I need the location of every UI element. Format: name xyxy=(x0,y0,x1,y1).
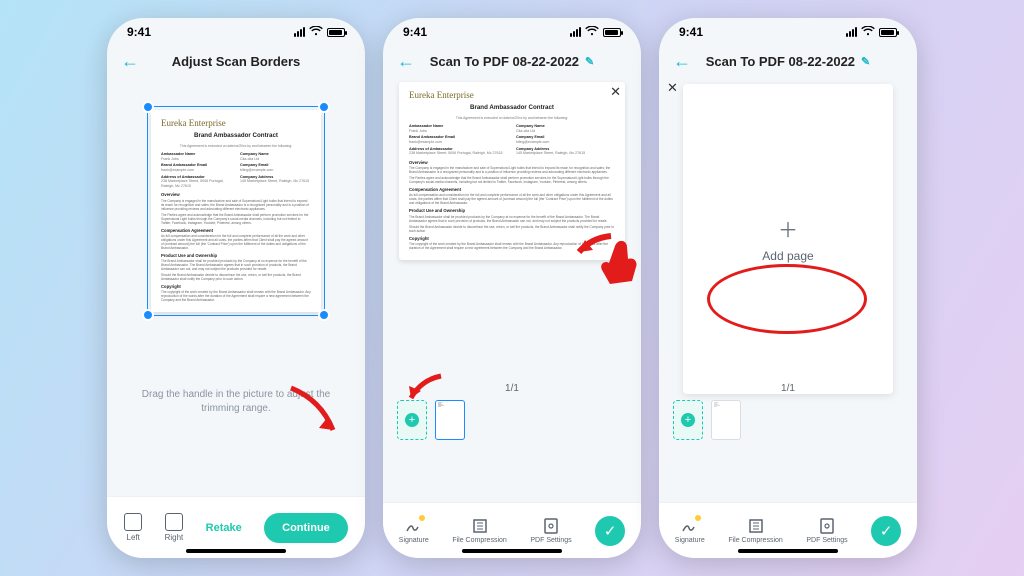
page-title: Scan To PDF 08-22-2022 xyxy=(430,54,579,69)
home-indicator[interactable] xyxy=(186,549,286,553)
continue-button[interactable]: Continue xyxy=(264,513,348,543)
crop-handle-bl[interactable] xyxy=(142,309,154,321)
rotate-left-icon xyxy=(124,513,142,531)
wifi-icon xyxy=(309,26,323,39)
add-page-card[interactable]: ＋ Add page xyxy=(683,84,893,394)
battery-icon xyxy=(603,28,621,37)
page-title: Adjust Scan Borders xyxy=(172,54,301,69)
file-compression-button[interactable]: File Compression xyxy=(728,517,782,544)
page-thumbnail-1[interactable]: ▬▬▬▬▬▬▬▬▬▬▬▬▬▬ xyxy=(711,400,741,440)
signature-icon xyxy=(405,517,423,535)
annotation-swipe-hand-icon xyxy=(571,226,639,291)
rotate-left-button[interactable]: Left xyxy=(124,513,142,542)
cell-signal-icon xyxy=(846,27,857,37)
instruction-text: Drag the handle in the picture to adjust… xyxy=(107,388,365,416)
check-icon: ✓ xyxy=(880,522,893,540)
add-page-thumbnail[interactable]: + xyxy=(397,400,427,440)
rotate-right-icon xyxy=(165,513,183,531)
status-bar: 9:41 xyxy=(383,18,641,46)
home-indicator[interactable] xyxy=(738,549,838,553)
page-title: Scan To PDF 08-22-2022 xyxy=(706,54,855,69)
plus-icon: + xyxy=(405,413,419,427)
crop-handle-tr[interactable] xyxy=(318,101,330,113)
status-time: 9:41 xyxy=(679,25,703,39)
confirm-fab[interactable]: ✓ xyxy=(871,516,901,546)
screen-header: ← Adjust Scan Borders xyxy=(107,46,365,76)
home-indicator[interactable] xyxy=(462,549,562,553)
signature-button[interactable]: Signature xyxy=(399,517,429,544)
crop-frame[interactable] xyxy=(147,106,325,316)
close-page-icon[interactable]: ✕ xyxy=(610,84,621,100)
wifi-icon xyxy=(861,26,875,39)
crop-handle-tl[interactable] xyxy=(142,101,154,113)
battery-icon xyxy=(327,28,345,37)
thumbnail-strip: + ▬▬▬▬▬▬▬▬▬▬▬▬▬▬ xyxy=(383,394,641,446)
page-indicator: 1/1 xyxy=(383,383,641,394)
back-arrow-icon[interactable]: ← xyxy=(397,52,415,70)
plus-icon: ＋ xyxy=(775,215,801,241)
annotation-highlight-ring xyxy=(707,264,867,334)
phone-screen-2: 9:41 ← Scan To PDF 08-22-2022 ✎ ✕ Eureka… xyxy=(383,18,641,558)
retake-button[interactable]: Retake xyxy=(206,522,242,534)
add-page-label: Add page xyxy=(762,249,813,263)
confirm-fab[interactable]: ✓ xyxy=(595,516,625,546)
back-arrow-icon[interactable]: ← xyxy=(121,52,139,70)
settings-icon xyxy=(542,517,560,535)
status-time: 9:41 xyxy=(127,25,151,39)
compress-icon xyxy=(471,517,489,535)
plus-icon: + xyxy=(681,413,695,427)
status-time: 9:41 xyxy=(403,25,427,39)
settings-icon xyxy=(818,517,836,535)
phone-screen-3: 9:41 ← Scan To PDF 08-22-2022 ✎ ✕ ＋ Add … xyxy=(659,18,917,558)
edit-title-icon[interactable]: ✎ xyxy=(861,55,870,68)
thumbnail-strip: + ▬▬▬▬▬▬▬▬▬▬▬▬▬▬ xyxy=(659,394,917,446)
check-icon: ✓ xyxy=(604,522,617,540)
page-indicator: 1/1 xyxy=(659,383,917,394)
pdf-settings-button[interactable]: PDF Settings xyxy=(806,517,847,544)
cell-signal-icon xyxy=(294,27,305,37)
crop-area[interactable]: Eureka Enterprise Brand Ambassador Contr… xyxy=(151,110,321,312)
close-page-icon[interactable]: ✕ xyxy=(667,80,678,96)
rotate-right-button[interactable]: Right xyxy=(165,513,184,542)
add-page-thumbnail[interactable]: + xyxy=(673,400,703,440)
signature-icon xyxy=(681,517,699,535)
signature-button[interactable]: Signature xyxy=(675,517,705,544)
screen-header: ← Scan To PDF 08-22-2022 ✎ xyxy=(659,46,917,76)
screen-header: ← Scan To PDF 08-22-2022 ✎ xyxy=(383,46,641,76)
file-compression-button[interactable]: File Compression xyxy=(452,517,506,544)
phone-screen-1: 9:41 ← Adjust Scan Borders Eureka Enterp… xyxy=(107,18,365,558)
crop-handle-br[interactable] xyxy=(318,309,330,321)
back-arrow-icon[interactable]: ← xyxy=(673,52,691,70)
battery-icon xyxy=(879,28,897,37)
compress-icon xyxy=(747,517,765,535)
cell-signal-icon xyxy=(570,27,581,37)
pdf-settings-button[interactable]: PDF Settings xyxy=(530,517,571,544)
page-thumbnail-1[interactable]: ▬▬▬▬▬▬▬▬▬▬▬▬▬▬ xyxy=(435,400,465,440)
status-bar: 9:41 xyxy=(107,18,365,46)
wifi-icon xyxy=(585,26,599,39)
edit-title-icon[interactable]: ✎ xyxy=(585,55,594,68)
status-bar: 9:41 xyxy=(659,18,917,46)
